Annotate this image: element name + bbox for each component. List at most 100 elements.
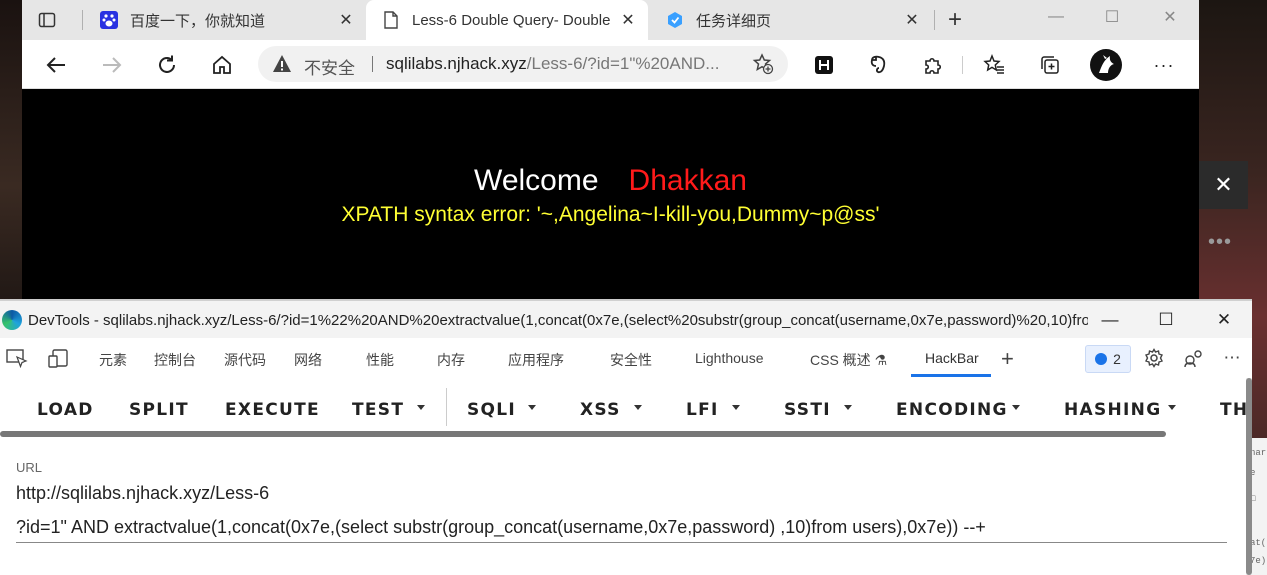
devtools-titlebar: DevTools - sqlilabs.njhack.xyz/Less-6/?i… — [0, 300, 1252, 339]
address-bar[interactable]: 不安全 sqlilabs.njhack.xyz/Less-6/?id=1"%20… — [258, 46, 788, 82]
favorites-button[interactable] — [978, 49, 1010, 81]
issues-badge[interactable]: 2 — [1085, 345, 1131, 373]
tab-sources[interactable]: 源代码 — [224, 350, 266, 370]
issues-icon — [1095, 353, 1108, 365]
url-text[interactable]: sqlilabs.njhack.xyz/Less-6/?id=1"%20AND.… — [386, 54, 719, 74]
hackbar-form: URL http://sqlilabs.njhack.xyz/Less-6 ?i… — [0, 440, 1252, 575]
profile-button[interactable] — [1090, 49, 1122, 81]
inspect-element-icon[interactable] — [6, 347, 28, 369]
welcome-heading: Welcome Dhakkan — [22, 164, 1199, 198]
devtools-maximize-button[interactable]: ☐ — [1144, 307, 1188, 333]
chevron-down-icon — [634, 405, 642, 410]
devtools-more-icon[interactable]: ⋯ — [1221, 347, 1243, 369]
tab-lighthouse[interactable]: Lighthouse — [695, 350, 764, 366]
favorites-star-icon — [983, 54, 1004, 74]
back-button[interactable] — [40, 49, 72, 81]
tab-memory[interactable]: 内存 — [437, 350, 465, 370]
tab-separator — [82, 10, 83, 30]
hackbar-toolbar: LOAD SPLIT EXECUTE TEST SQLI XSS LFI SST… — [0, 378, 1252, 432]
devtools-close-button[interactable]: ✕ — [1202, 307, 1246, 333]
close-window-button[interactable]: ✕ — [1146, 2, 1194, 32]
split-button[interactable]: SPLIT — [129, 400, 189, 420]
browser-window: 百度一下，你就知道 ✕ Less-6 Double Query- Double … — [22, 0, 1199, 310]
hackbar-extension-icon — [815, 56, 833, 74]
url-field-line-1[interactable]: http://sqlilabs.njhack.xyz/Less-6 — [16, 483, 269, 504]
tab-network[interactable]: 网络 — [294, 350, 322, 370]
tab-label: Less-6 Double Query- Double — [412, 11, 611, 29]
task-icon — [666, 11, 684, 29]
tab-css-overview[interactable]: CSS 概述 ⚗ — [810, 350, 887, 370]
tab-task-detail[interactable]: 任务详细页 ✕ — [650, 0, 932, 40]
home-button[interactable] — [206, 49, 238, 81]
scrollbar-thumb[interactable] — [1246, 378, 1252, 575]
ssti-dropdown[interactable]: SSTI — [784, 400, 831, 420]
warning-icon[interactable] — [272, 54, 292, 74]
add-favorite-icon[interactable] — [752, 53, 774, 75]
tab-performance[interactable]: 性能 — [366, 350, 394, 370]
maximize-button[interactable]: ☐ — [1088, 2, 1136, 32]
avatar — [1090, 49, 1122, 81]
device-emulation-icon[interactable] — [48, 347, 70, 369]
tab-baidu[interactable]: 百度一下，你就知道 ✕ — [84, 0, 366, 40]
page-icon — [382, 11, 400, 29]
refresh-button[interactable] — [151, 49, 183, 81]
minimize-button[interactable]: — — [1032, 2, 1080, 32]
more-options-icon[interactable]: ••• — [1200, 228, 1240, 256]
more-options-icon: ··· — [1153, 54, 1175, 75]
welcome-text: Welcome — [474, 164, 599, 197]
tab-console[interactable]: 控制台 — [154, 350, 196, 370]
omnibox-separator — [372, 56, 373, 72]
side-panel-close-button[interactable]: ✕ — [1199, 161, 1248, 209]
xss-dropdown[interactable]: XSS — [580, 400, 621, 420]
evernote-extension-button[interactable] — [862, 49, 894, 81]
customize-devtools-icon[interactable] — [1183, 347, 1205, 369]
tab-application[interactable]: 应用程序 — [508, 350, 564, 370]
back-arrow-icon — [46, 57, 65, 73]
xpath-error-message: XPATH syntax error: '~,Angelina~I-kill-y… — [341, 203, 880, 226]
close-tab-icon[interactable]: ✕ — [336, 10, 356, 30]
chevron-down-icon — [844, 405, 852, 410]
active-tab-indicator — [911, 374, 991, 377]
close-tab-icon[interactable]: ✕ — [902, 10, 922, 30]
tab-strip: 百度一下，你就知道 ✕ Less-6 Double Query- Double … — [22, 0, 1199, 40]
overflow-button[interactable]: TH — [1220, 400, 1248, 420]
load-button[interactable]: LOAD — [37, 400, 94, 420]
tab-label: 任务详细页 — [696, 12, 772, 30]
devtools-minimize-button[interactable]: — — [1088, 307, 1132, 333]
edge-logo-icon — [2, 310, 22, 330]
chevron-down-icon — [732, 405, 740, 410]
horizontal-scrollbar[interactable] — [0, 431, 1166, 437]
sqli-dropdown[interactable]: SQLI — [467, 400, 516, 420]
execute-button[interactable]: EXECUTE — [225, 400, 320, 420]
devtools-window: DevTools - sqlilabs.njhack.xyz/Less-6/?i… — [0, 300, 1252, 575]
encoding-dropdown[interactable]: ENCODING — [896, 400, 1008, 420]
forward-button[interactable] — [96, 49, 128, 81]
forward-arrow-icon — [103, 57, 122, 73]
tab-separator — [934, 10, 935, 30]
test-dropdown[interactable]: TEST — [352, 400, 404, 420]
new-tab-button[interactable]: + — [942, 6, 968, 33]
tab-security[interactable]: 安全性 — [610, 350, 652, 370]
tab-hackbar[interactable]: HackBar — [925, 350, 979, 366]
tab-less-6[interactable]: Less-6 Double Query- Double ✕ — [366, 0, 648, 40]
tab-elements[interactable]: 元素 — [99, 350, 127, 370]
welcome-name: Dhakkan — [628, 164, 747, 197]
more-tabs-button[interactable]: + — [1001, 346, 1014, 372]
toolbar-divider — [446, 388, 447, 426]
lfi-dropdown[interactable]: LFI — [686, 400, 719, 420]
settings-gear-icon[interactable] — [1143, 347, 1165, 369]
extensions-button[interactable] — [917, 49, 949, 81]
hashing-dropdown[interactable]: HASHING — [1064, 400, 1161, 420]
settings-and-more-button[interactable]: ··· — [1148, 49, 1180, 81]
hackbar-extension-button[interactable] — [808, 49, 840, 81]
url-host: sqlilabs.njhack.xyz — [386, 54, 527, 73]
close-tab-icon[interactable]: ✕ — [618, 10, 638, 30]
collections-button[interactable] — [1034, 49, 1066, 81]
baidu-icon — [100, 11, 118, 29]
devtools-tab-bar: 元素 控制台 源代码 网络 性能 内存 应用程序 安全性 Lighthouse … — [0, 338, 1252, 379]
security-label[interactable]: 不安全 — [304, 54, 355, 79]
url-field-line-2[interactable]: ?id=1" AND extractvalue(1,concat(0x7e,(s… — [16, 517, 986, 538]
vertical-scrollbar[interactable] — [1246, 378, 1252, 575]
tab-actions-menu[interactable] — [22, 0, 84, 40]
chevron-down-icon — [1168, 405, 1176, 410]
